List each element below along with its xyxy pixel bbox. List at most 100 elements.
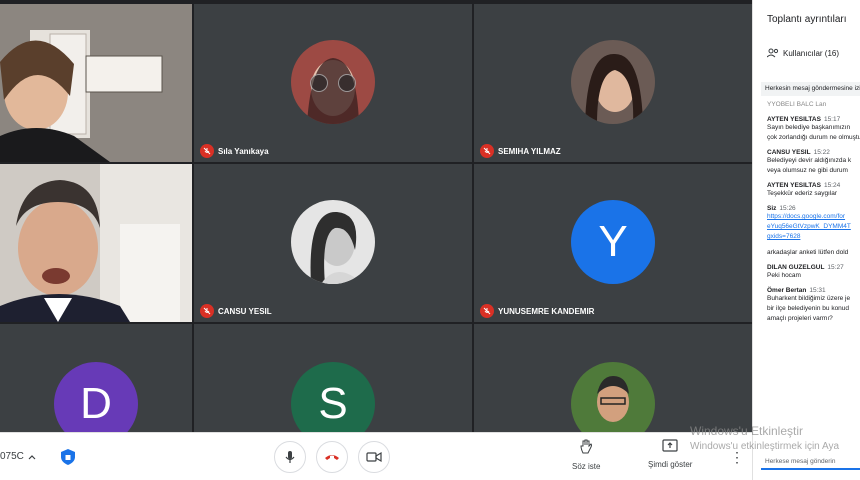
microphone-icon bbox=[285, 451, 295, 463]
message-time: 15:24 bbox=[823, 182, 841, 189]
message-link[interactable]: https://docs.google.com/for bbox=[767, 212, 860, 222]
message-header: Ömer Bertan 15:31 bbox=[767, 287, 860, 294]
message-text: çok zorlandığı durum ne olmuştur bbox=[767, 134, 860, 141]
message-header: Siz 15:26 bbox=[767, 205, 860, 212]
participant-tile[interactable]: D bbox=[0, 324, 192, 432]
participant-tile[interactable]: CANSU YESIL bbox=[194, 164, 472, 322]
participant-tile[interactable]: SEMIHA YILMAZ bbox=[474, 4, 752, 162]
chat-message: DILAN GUZELGUL 15:27 Peki hocam bbox=[767, 264, 860, 281]
present-now-button[interactable]: Şimdi göster bbox=[648, 439, 692, 469]
shield-icon[interactable] bbox=[60, 448, 76, 466]
participant-tile[interactable]: Y YUNUSEMRE KANDEMIR bbox=[474, 164, 752, 322]
message-time: 15:17 bbox=[823, 116, 841, 123]
message-text: veya olumsuz ne gibi durum bbox=[767, 167, 848, 174]
message-sender: DILAN GUZELGUL bbox=[767, 264, 825, 271]
raise-hand-button[interactable]: Söz iste bbox=[572, 439, 600, 471]
message-text: arkadaşlar anketi lütfen dold bbox=[767, 249, 849, 256]
hand-icon bbox=[580, 439, 593, 454]
message-text: Teşekkür ederiz saygılar bbox=[767, 190, 838, 197]
camera-icon bbox=[366, 451, 382, 463]
meeting-details-panel: Toplantı ayrıntıları Kullanıcılar (16) H… bbox=[752, 0, 860, 480]
message-text: Buharkent bildiğimiz üzere je bbox=[767, 295, 851, 302]
message-header: DILAN GUZELGUL 15:27 bbox=[767, 264, 860, 271]
participant-name-tag: YUNUSEMRE KANDEMIR bbox=[480, 304, 594, 318]
message-time: 15:26 bbox=[779, 205, 796, 212]
chat-input[interactable]: Herkese mesaj gönderin bbox=[761, 454, 860, 470]
participant-name: SEMIHA YILMAZ bbox=[498, 146, 561, 156]
chat-message: AYTEN YESILTAS 15:24 Teşekkür ederiz sayg… bbox=[767, 182, 860, 199]
participant-tile[interactable] bbox=[0, 164, 192, 322]
mic-off-icon bbox=[480, 144, 494, 158]
avatar-letter: S bbox=[318, 379, 348, 428]
chat-message: arkadaşlar anketi lütfen dold bbox=[767, 248, 860, 258]
message-text: bir ilçe belediyenin bu konud bbox=[767, 305, 850, 312]
message-header: AYTEN YESILTAS 15:17 bbox=[767, 116, 860, 123]
message-link[interactable]: gxids=7628 bbox=[767, 232, 860, 242]
participant-tile[interactable] bbox=[0, 4, 192, 162]
avatar-letter: D bbox=[80, 379, 112, 428]
participant-letter-avatar: Y bbox=[571, 200, 655, 284]
message-time: 15:31 bbox=[809, 287, 826, 294]
meet-window: Sıla Yanıkaya SEMIHA YILMAZ CANSU YESIL … bbox=[0, 0, 860, 480]
message-sender: AYTEN YESILTAS bbox=[767, 116, 821, 123]
participant-video bbox=[0, 4, 192, 162]
participant-tile[interactable]: Sıla Yanıkaya bbox=[194, 4, 472, 162]
watermark-line: Windows'u Etkinleştir bbox=[690, 424, 803, 438]
participant-video bbox=[0, 164, 192, 322]
video-grid: Sıla Yanıkaya SEMIHA YILMAZ CANSU YESIL … bbox=[0, 0, 752, 432]
message-text: amaçlı projeleri varmı? bbox=[767, 315, 833, 322]
participant-avatar bbox=[571, 40, 655, 124]
more-options-icon[interactable] bbox=[338, 74, 356, 92]
participant-tile[interactable] bbox=[474, 324, 752, 432]
message-link[interactable]: eYuq56eGtVzpwK_DYMM4T bbox=[767, 222, 860, 232]
bottom-toolbar: 075C Söz iste Şimdi göster ⋮ bbox=[0, 432, 752, 480]
avatar-letter: Y bbox=[598, 217, 628, 266]
message-sender: Ömer Bertan bbox=[767, 287, 807, 294]
camera-button[interactable] bbox=[358, 441, 390, 473]
participant-tile[interactable]: S bbox=[194, 324, 472, 432]
participant-avatar bbox=[291, 200, 375, 284]
watermark-line: Windows'u etkinleştirmek için Aya bbox=[690, 441, 840, 452]
chat-messages: YYOBELI BALC Lan AYTEN YESILTAS 15:17 Say… bbox=[767, 100, 860, 330]
participant-name-tag: Sıla Yanıkaya bbox=[200, 144, 269, 158]
message-text: Sayın belediye başkanımızın bbox=[767, 124, 851, 131]
participants-count: Kullanıcılar (16) bbox=[783, 48, 840, 58]
allow-messages-toggle[interactable]: Herkesin mesaj göndermesine izin ver bbox=[761, 82, 860, 96]
chat-message: YYOBELI BALC Lan bbox=[767, 100, 860, 110]
windows-activation-watermark: Windows'u Etkinleştir Windows'u etkinleş… bbox=[690, 424, 839, 454]
chevron-up-icon bbox=[28, 454, 36, 459]
chat-message: Ömer Bertan 15:31 Buharkent bildiğimiz üz… bbox=[767, 287, 860, 324]
chat-message: CANSU YESIL 15:22 Belediyeyi devir aldığı… bbox=[767, 149, 860, 176]
message-time: 15:22 bbox=[813, 149, 830, 156]
message-text: YYOBELI BALC Lan bbox=[767, 101, 827, 108]
mic-off-icon bbox=[480, 304, 494, 318]
mic-off-icon bbox=[200, 304, 214, 318]
hang-up-icon bbox=[325, 455, 339, 460]
message-header: CANSU YESIL 15:22 bbox=[767, 149, 860, 156]
participant-name-tag: CANSU YESIL bbox=[200, 304, 272, 318]
meeting-code: 075C bbox=[0, 451, 24, 462]
meeting-details-toggle[interactable]: 075C bbox=[0, 451, 36, 462]
participants-tab[interactable]: Kullanıcılar (16) bbox=[767, 48, 839, 58]
participant-avatar bbox=[571, 362, 655, 432]
panel-title: Toplantı ayrıntıları bbox=[767, 14, 847, 25]
people-icon bbox=[767, 48, 779, 58]
raise-hand-label: Söz iste bbox=[572, 462, 601, 471]
pin-icon[interactable] bbox=[310, 74, 328, 92]
present-icon bbox=[662, 439, 678, 452]
chat-message: Siz 15:26 https://docs.google.com/for eYu… bbox=[767, 205, 860, 242]
tile-hover-controls bbox=[310, 74, 356, 92]
microphone-button[interactable] bbox=[274, 441, 306, 473]
mic-off-icon bbox=[200, 144, 214, 158]
message-sender: CANSU YESIL bbox=[767, 149, 811, 156]
participant-name: Sıla Yanıkaya bbox=[218, 146, 269, 156]
participant-name-tag: SEMIHA YILMAZ bbox=[480, 144, 561, 158]
message-header: AYTEN YESILTAS 15:24 bbox=[767, 182, 860, 189]
message-text: Belediyeyi devir aldığınızda k bbox=[767, 157, 852, 164]
message-time: 15:27 bbox=[827, 264, 844, 271]
message-text: Peki hocam bbox=[767, 272, 801, 279]
participant-letter-avatar: S bbox=[291, 362, 375, 432]
leave-call-button[interactable] bbox=[316, 441, 348, 473]
participant-name: CANSU YESIL bbox=[218, 306, 272, 316]
message-sender: AYTEN YESILTAS bbox=[767, 182, 821, 189]
